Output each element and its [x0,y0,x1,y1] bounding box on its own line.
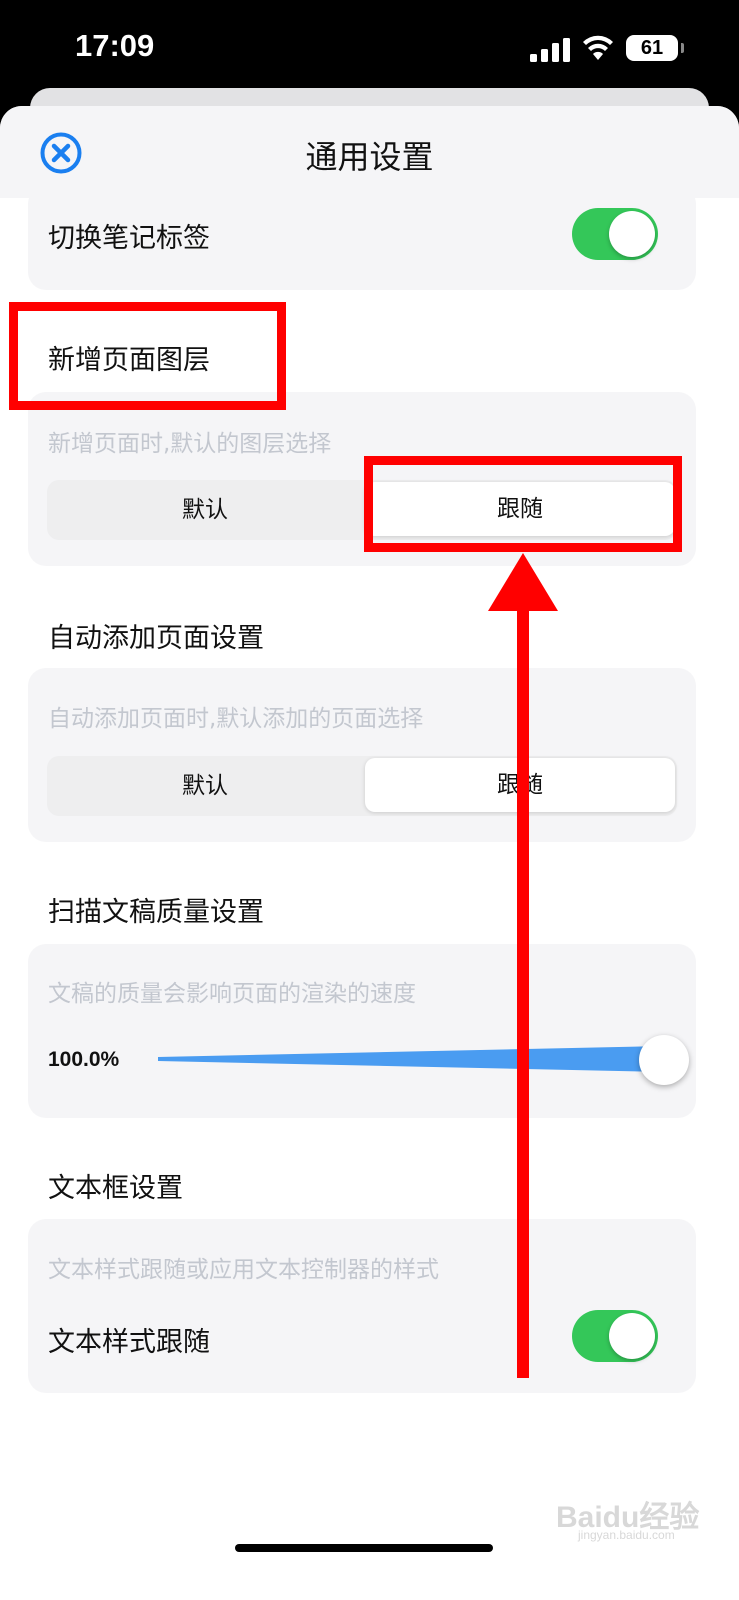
scan-quality-value: 100.0% [48,1048,120,1071]
text-box-card [28,1219,696,1393]
annotation-arrow-icon [488,553,558,1378]
nav-bar: 通用设置 [0,106,739,198]
text-box-description: 文本样式跟随或应用文本控制器的样式 [48,1257,439,1283]
toggle-knob [609,211,655,257]
segment-default[interactable]: 默认 [47,756,363,816]
cellular-signal-icon [530,38,570,62]
scan-quality-description: 文稿的质量会影响页面的渲染的速度 [48,981,416,1007]
segment-default[interactable]: 默认 [47,480,363,540]
wifi-icon [583,35,613,60]
status-time: 17:09 [75,28,155,63]
scan-quality-title: 扫描文稿质量设置 [48,897,264,928]
new-page-layer-description: 新增页面时,默认的图层选择 [48,431,332,457]
auto-add-page-description: 自动添加页面时,默认添加的页面选择 [48,706,424,732]
text-box-title: 文本框设置 [48,1173,183,1204]
battery-icon: 61 [626,35,684,61]
scan-quality-card [28,944,696,1118]
scan-quality-slider-track[interactable] [158,1046,666,1072]
auto-add-page-segmented: 默认 跟随 [47,756,677,816]
text-style-follow-toggle[interactable] [572,1310,658,1362]
switch-note-tab-toggle[interactable] [572,208,658,260]
toggle-knob [609,1313,655,1359]
home-indicator [235,1544,493,1552]
page-title: 通用设置 [305,138,434,176]
auto-add-page-title: 自动添加页面设置 [48,623,264,654]
text-style-follow-label: 文本样式跟随 [48,1327,210,1358]
switch-note-tab-label: 切换笔记标签 [48,223,210,254]
annotation-box-follow [364,456,682,552]
scan-quality-slider-knob[interactable] [639,1035,689,1085]
baidu-watermark-url: jingyan.baidu.com [578,1528,675,1542]
annotation-box-title [9,302,286,410]
